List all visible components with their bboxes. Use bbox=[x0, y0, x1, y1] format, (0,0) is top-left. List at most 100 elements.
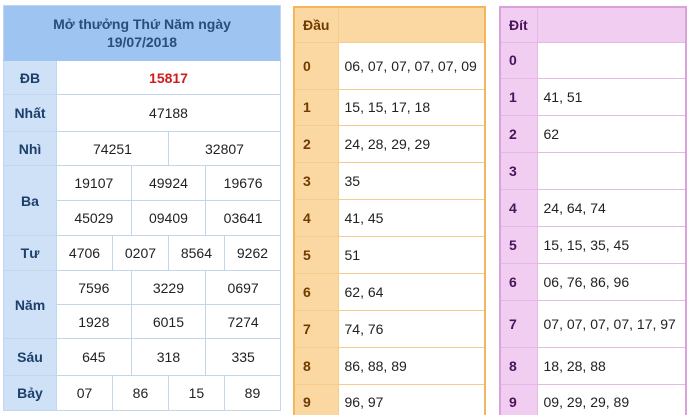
head-digit-row: 0 06, 07, 07, 07, 07, 09 bbox=[293, 41, 486, 90]
prize-row-fourth: Tư 4706 0207 8564 9262 bbox=[3, 235, 282, 271]
prize-row-fifth: Năm 7596 3229 0697 bbox=[3, 270, 281, 339]
digit-key: 8 bbox=[499, 346, 538, 385]
tail-digit-row: 4 24, 64, 74 bbox=[499, 189, 687, 227]
digit-key: 4 bbox=[293, 199, 339, 238]
digit-numbers bbox=[536, 41, 687, 80]
digit-key: 9 bbox=[293, 383, 339, 415]
digit-key: 7 bbox=[293, 309, 339, 348]
prize-value: 6015 bbox=[130, 304, 207, 339]
digit-key: 0 bbox=[293, 41, 339, 90]
prize-label-sixth: Sáu bbox=[3, 338, 57, 376]
tail-digit-table: Đít 0 1 41, 51 2 62 3 4 24, 64, 74 5 15,… bbox=[499, 6, 687, 415]
prize-label-first: Nhất bbox=[3, 94, 57, 132]
prize-value: 7274 bbox=[205, 304, 281, 339]
digit-numbers: 96, 97 bbox=[337, 383, 486, 415]
results-title-date: 19/07/2018 bbox=[106, 34, 178, 50]
digit-numbers: 74, 76 bbox=[337, 309, 486, 348]
head-digit-row: 7 74, 76 bbox=[293, 309, 486, 348]
prize-value: 19107 bbox=[56, 165, 132, 201]
digit-key: 7 bbox=[499, 299, 538, 348]
head-digit-header: Đầu bbox=[293, 6, 339, 43]
digit-key: 6 bbox=[499, 262, 538, 301]
tail-digit-row: 2 62 bbox=[499, 115, 687, 154]
prize-value: 3229 bbox=[130, 270, 207, 305]
head-digit-header-row: Đầu bbox=[293, 6, 486, 43]
prize-label-seventh: Bảy bbox=[3, 375, 57, 411]
digit-key: 5 bbox=[293, 236, 339, 274]
head-digit-row: 4 41, 45 bbox=[293, 199, 486, 238]
digit-key: 6 bbox=[293, 272, 339, 311]
tail-digit-header-blank bbox=[536, 6, 687, 43]
digit-numbers: 06, 07, 07, 07, 07, 09 bbox=[337, 41, 486, 90]
prize-value-special: 15817 bbox=[56, 60, 281, 95]
prize-value: 49924 bbox=[130, 165, 207, 201]
prize-value: 0207 bbox=[111, 235, 169, 271]
prize-value: 8564 bbox=[167, 235, 225, 271]
prize-label-second: Nhì bbox=[3, 131, 57, 166]
digit-numbers: 18, 28, 88 bbox=[536, 346, 687, 385]
prize-label-third: Ba bbox=[3, 165, 57, 236]
prize-value: 645 bbox=[56, 338, 132, 376]
digit-numbers: 62 bbox=[536, 115, 687, 154]
digit-key: 1 bbox=[499, 78, 538, 117]
prize-row-second: Nhì 74251 32807 bbox=[3, 131, 282, 166]
prize-label-fourth: Tư bbox=[3, 235, 57, 271]
prize-value: 4706 bbox=[56, 235, 113, 271]
prize-value: 09409 bbox=[130, 200, 207, 236]
digit-numbers: 24, 64, 74 bbox=[536, 189, 687, 227]
digit-numbers: 35 bbox=[337, 162, 486, 201]
digit-numbers: 15, 15, 17, 18 bbox=[337, 88, 486, 127]
results-title: Mở thưởng Thứ Năm ngày 19/07/2018 bbox=[3, 5, 281, 61]
digit-numbers: 51 bbox=[337, 236, 486, 274]
tail-digit-row: 8 18, 28, 88 bbox=[499, 346, 687, 385]
prize-value: 89 bbox=[223, 375, 282, 411]
head-digit-row: 6 62, 64 bbox=[293, 272, 486, 311]
tail-digit-row: 9 09, 29, 29, 89 bbox=[499, 383, 687, 415]
digit-key: 5 bbox=[499, 225, 538, 264]
head-digit-row: 3 35 bbox=[293, 162, 486, 201]
digit-numbers: 86, 88, 89 bbox=[337, 346, 486, 385]
prize-value: 9262 bbox=[223, 235, 282, 271]
prize-label-fifth: Năm bbox=[3, 270, 57, 339]
head-digit-header-blank bbox=[337, 6, 486, 43]
digit-key: 2 bbox=[499, 115, 538, 154]
digit-key: 1 bbox=[293, 88, 339, 127]
results-title-line1: Mở thưởng Thứ Năm ngày bbox=[53, 16, 231, 32]
head-digit-row: 5 51 bbox=[293, 236, 486, 274]
tail-digit-row: 7 07, 07, 07, 07, 17, 97 bbox=[499, 299, 687, 348]
prize-value: 03641 bbox=[205, 200, 281, 236]
head-digit-row: 2 24, 28, 29, 29 bbox=[293, 125, 486, 164]
digit-key: 4 bbox=[499, 189, 538, 227]
head-digit-row: 1 15, 15, 17, 18 bbox=[293, 88, 486, 127]
prize-value: 1928 bbox=[56, 304, 132, 339]
digit-key: 9 bbox=[499, 383, 538, 415]
prize-value: 7596 bbox=[56, 270, 132, 305]
prize-row-special: ĐB 15817 bbox=[3, 60, 281, 95]
digit-numbers: 15, 15, 35, 45 bbox=[536, 225, 687, 264]
prize-value-first: 47188 bbox=[56, 94, 281, 132]
prize-label-special: ĐB bbox=[3, 60, 57, 95]
prize-value: 318 bbox=[130, 338, 207, 376]
prize-value: 74251 bbox=[56, 131, 169, 166]
digit-key: 0 bbox=[499, 41, 538, 80]
digit-numbers: 41, 45 bbox=[337, 199, 486, 238]
prize-row-sixth: Sáu 645 318 335 bbox=[3, 338, 281, 376]
digit-key: 2 bbox=[293, 125, 339, 164]
prize-value: 15 bbox=[167, 375, 225, 411]
prize-row-third: Ba 19107 49924 19676 bbox=[3, 165, 281, 236]
prize-row-seventh: Bảy 07 86 15 89 bbox=[3, 375, 282, 411]
tail-digit-row: 3 bbox=[499, 152, 687, 191]
prize-value: 86 bbox=[111, 375, 169, 411]
head-digit-row: 8 86, 88, 89 bbox=[293, 346, 486, 385]
lottery-results-table: Mở thưởng Thứ Năm ngày 19/07/2018 ĐB 158… bbox=[3, 5, 282, 411]
tail-digit-row: 1 41, 51 bbox=[499, 78, 687, 117]
prize-value: 32807 bbox=[167, 131, 282, 166]
tail-digit-row: 0 bbox=[499, 41, 687, 80]
head-digit-table: Đầu 0 06, 07, 07, 07, 07, 09 1 15, 15, 1… bbox=[293, 6, 486, 415]
prize-value: 335 bbox=[205, 338, 281, 376]
tail-digit-header: Đít bbox=[499, 6, 538, 43]
prize-value: 45029 bbox=[56, 200, 132, 236]
digit-numbers: 09, 29, 29, 89 bbox=[536, 383, 687, 415]
prize-value: 0697 bbox=[205, 270, 281, 305]
digit-numbers: 24, 28, 29, 29 bbox=[337, 125, 486, 164]
